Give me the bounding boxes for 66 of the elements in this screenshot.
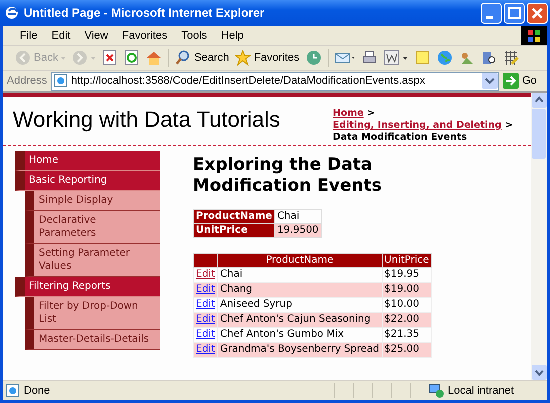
minimize-icon[interactable] [481,2,502,24]
menu-item[interactable]: View [78,30,116,42]
windows-logo-icon [527,28,541,42]
maximize-icon[interactable] [504,2,525,24]
menu-link[interactable]: Home [15,151,160,171]
breadcrumb-link[interactable]: Editing, Inserting, and Deleting [333,120,502,131]
field-value: 19.9500 [274,224,322,238]
arrow-icon [503,73,520,89]
address-label: Address [7,75,48,87]
search-icon [175,50,192,66]
document-w-icon[interactable] [384,50,409,66]
column-header: UnitPrice [382,254,432,268]
breadcrumb-link[interactable]: Home [333,108,364,119]
close-icon[interactable] [527,2,548,24]
submenu-link[interactable]: Setting Parameter Values [25,244,160,277]
go-button[interactable]: Go [503,73,543,89]
sticky-note-icon[interactable] [414,50,431,66]
column-header: ProductName [218,254,382,268]
field-label: ProductName [194,210,275,224]
stop-icon[interactable] [102,50,118,66]
page-icon [54,74,68,88]
network-icon [429,382,445,398]
menu-item[interactable]: File [13,30,45,42]
address-field[interactable]: http://localhost:3588/Code/EditInsertDelete/DataModificationEvents.aspx [51,72,500,90]
scroll-thumb[interactable] [532,109,546,159]
table-cell: $19.00 [382,282,432,298]
page-heading: Exploring the Data Modification Events [193,155,383,197]
scroll-up-icon [532,93,546,108]
search-button[interactable]: Search [175,50,230,66]
printer-icon[interactable] [362,50,378,66]
refresh-icon[interactable] [124,50,140,66]
globe-icon[interactable] [436,50,453,66]
submenu-link[interactable]: Filter by Drop-Down List [25,297,160,330]
scrollbar[interactable] [531,93,547,380]
table-cell: Grandma's Boysenberry Spread [218,342,382,358]
menu-item[interactable]: Tools [174,30,214,42]
dropdown-arrow-icon [61,56,66,60]
dropdown-arrow-icon [91,56,96,60]
window-title: Untitled Page - Microsoft Internet Explorer [24,6,266,20]
grid-pencil-icon[interactable] [502,50,519,66]
table-cell: $25.00 [382,342,432,358]
favorites-button[interactable]: Favorites [235,50,300,66]
menu-item[interactable]: Help [214,30,251,42]
status-text: Done [24,384,50,396]
breadcrumb-current: Data Modification Events [333,132,468,143]
page-icon [6,384,20,398]
breadcrumb-separator: > [367,108,376,119]
table-cell: $22.00 [382,312,432,328]
submenu-link[interactable]: Declarative Parameters [25,211,160,244]
table-cell: Chef Anton's Cajun Seasoning [218,312,382,328]
house-icon[interactable] [146,50,162,66]
browser-icon [5,6,19,20]
field-label: UnitPrice [194,224,275,238]
zone-text: Local intranet [448,384,514,396]
header-cell [194,254,218,268]
star-icon [235,50,252,66]
menu-item[interactable]: Favorites [115,30,175,42]
menu-link[interactable]: Filtering Reports [15,277,160,297]
table-cell: Chang [218,282,382,298]
scroll-down-icon [532,365,546,380]
submenu-link[interactable]: Simple Display [25,191,160,211]
breadcrumb-separator: > [505,120,514,131]
menu-link[interactable]: Basic Reporting [15,171,160,191]
menu-item[interactable]: Edit [44,30,78,42]
submenu-link[interactable]: Master-Details-Details [25,330,160,350]
site-title: Working with Data Tutorials [13,106,280,134]
